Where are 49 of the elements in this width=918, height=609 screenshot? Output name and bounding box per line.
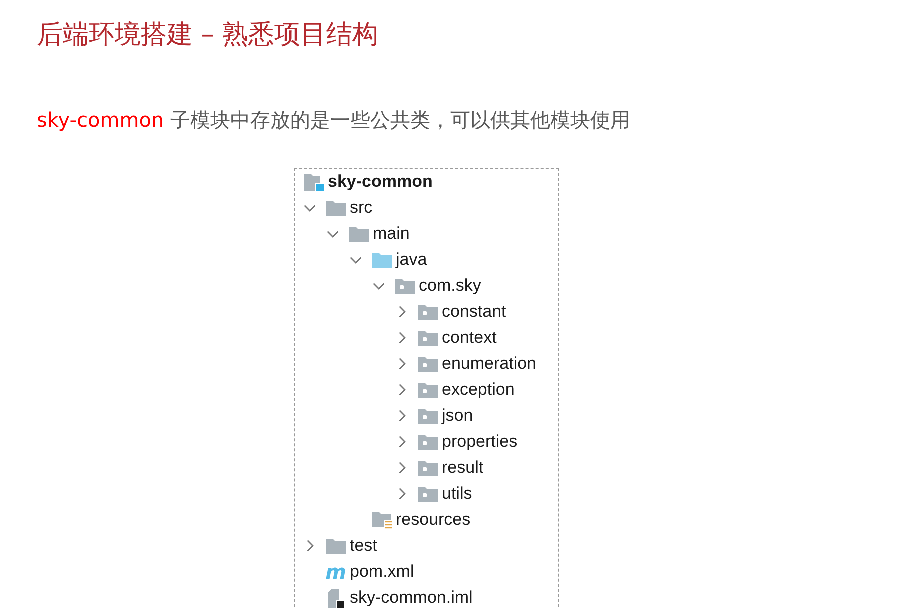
- package-folder-icon: [418, 356, 438, 372]
- file-name[interactable]: sky-common.iml: [350, 588, 473, 608]
- package-folder-icon: [418, 460, 438, 476]
- chevron-right-icon[interactable]: [398, 306, 406, 318]
- package-name[interactable]: context: [442, 328, 497, 348]
- chevron-right-icon[interactable]: [398, 488, 406, 500]
- intro-text: sky-common 子模块中存放的是一些公共类，可以供其他模块使用: [37, 107, 630, 134]
- chevron-right-icon[interactable]: [398, 410, 406, 422]
- folder-icon: [349, 226, 369, 242]
- chevron-down-icon[interactable]: [327, 230, 339, 238]
- package-folder-icon: [418, 434, 438, 450]
- package-name[interactable]: com.sky: [419, 276, 482, 296]
- package-folder-icon: [418, 330, 438, 346]
- package-folder-icon: [418, 408, 438, 424]
- module-folder-icon: [304, 174, 324, 190]
- slide-title: 后端环境搭建 – 熟悉项目结构: [37, 19, 379, 52]
- package-folder-icon: [395, 278, 415, 294]
- folder-icon: [372, 252, 392, 268]
- folder-icon: [326, 538, 346, 554]
- file-icon: [328, 588, 344, 608]
- chevron-right-icon[interactable]: [398, 358, 406, 370]
- chevron-right-icon[interactable]: [398, 384, 406, 396]
- package-name[interactable]: utils: [442, 484, 472, 504]
- package-name[interactable]: enumeration: [442, 354, 537, 374]
- resources-folder-icon: [372, 512, 392, 528]
- m-letter-icon: m: [326, 562, 346, 582]
- chevron-right-icon[interactable]: [398, 436, 406, 448]
- folder-icon: [326, 200, 346, 216]
- chevron-down-icon[interactable]: [373, 282, 385, 290]
- package-folder-icon: [418, 486, 438, 502]
- module-name[interactable]: sky-common: [328, 172, 433, 192]
- package-folder-icon: [418, 304, 438, 320]
- package-folder-icon: [418, 382, 438, 398]
- package-name[interactable]: json: [442, 406, 474, 426]
- chevron-down-icon[interactable]: [350, 256, 362, 264]
- folder-name[interactable]: main: [373, 224, 410, 244]
- file-name[interactable]: pom.xml: [350, 562, 414, 582]
- package-name[interactable]: properties: [442, 432, 518, 452]
- chevron-right-icon[interactable]: [398, 332, 406, 344]
- package-name[interactable]: result: [442, 458, 484, 478]
- chevron-right-icon[interactable]: [306, 540, 314, 552]
- folder-name[interactable]: test: [350, 536, 378, 556]
- folder-name[interactable]: src: [350, 198, 373, 218]
- package-name[interactable]: constant: [442, 302, 506, 322]
- chevron-right-icon[interactable]: [398, 462, 406, 474]
- folder-name[interactable]: resources: [396, 510, 471, 530]
- package-name[interactable]: exception: [442, 380, 515, 400]
- folder-name[interactable]: java: [396, 250, 428, 270]
- chevron-down-icon[interactable]: [304, 204, 316, 212]
